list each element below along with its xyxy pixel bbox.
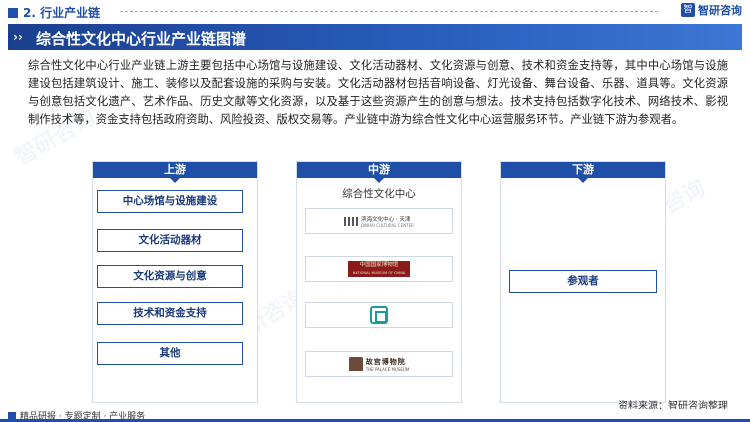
logo-text: 故宫博物院 <box>365 357 406 366</box>
knot-icon <box>370 306 388 324</box>
pillars-icon <box>344 216 359 226</box>
palace-museum-logo: 故宫博物院 THE PALACE MUSEUM <box>305 351 453 377</box>
logo-subtext: THE PALACE MUSEUM <box>365 366 410 372</box>
downstream-column: 下游 参观者 <box>500 161 666 403</box>
midstream-column: 中游 综合性文化中心 滨海文化中心 · 天津 BINHAI CULTURAL C… <box>296 161 462 403</box>
downstream-item: 参观者 <box>509 270 657 293</box>
upstream-header: 上游 <box>93 162 257 183</box>
brand-name: 智研咨询 <box>698 4 742 17</box>
upstream-column: 上游 中心场馆与设施建设 文化活动器材 文化资源与创意 技术和资金支持 其他 <box>92 161 258 403</box>
upstream-item: 其他 <box>97 342 243 365</box>
page-title: 综合性文化中心行业产业链图谱 <box>36 30 247 48</box>
brand-logo: 智 智研咨询 <box>681 2 742 18</box>
upstream-item: 文化活动器材 <box>97 229 243 252</box>
tianjin-culture-center-logo: 滨海文化中心 · 天津 BINHAI CULTURAL CENTER <box>305 208 453 234</box>
logo-subtext: BINHAI CULTURAL CENTER <box>361 222 414 228</box>
midstream-title: 综合性文化中心 <box>342 188 416 200</box>
midstream-header: 中游 <box>297 162 461 183</box>
intro-paragraph: 综合性文化中心行业产业链上游主要包括中心场馆与设施建设、文化活动器材、文化资源与… <box>28 59 728 126</box>
title-bar: ›› 综合性文化中心行业产业链图谱 <box>8 24 742 50</box>
section-label-text: 2. 行业产业链 <box>23 6 101 20</box>
footer: 精品研报 · 专题定制 · 产业服务 <box>0 409 750 422</box>
section-marker-icon <box>8 7 18 18</box>
upstream-item: 中心场馆与设施建设 <box>97 190 243 213</box>
brand-logo-icon: 智 <box>681 3 695 17</box>
national-museum-logo: 中国国家博物馆 NATIONAL MUSEUM OF CHINA <box>305 256 453 282</box>
logo-text: 滨海文化中心 · 天津 <box>361 216 411 223</box>
palace-gate-icon <box>348 357 363 371</box>
section-label: 2. 行业产业链 <box>8 4 100 21</box>
logo-subtext: NATIONAL MUSEUM OF CHINA <box>352 271 406 275</box>
logo-text: 中国国家博物馆 <box>359 262 399 268</box>
downstream-header: 下游 <box>501 162 665 183</box>
double-chevron-icon: ›› <box>13 30 23 44</box>
knot-logo <box>305 302 453 328</box>
upstream-item: 文化资源与创意 <box>97 265 243 288</box>
upstream-item: 技术和资金支持 <box>97 302 243 325</box>
header-divider <box>120 11 658 12</box>
